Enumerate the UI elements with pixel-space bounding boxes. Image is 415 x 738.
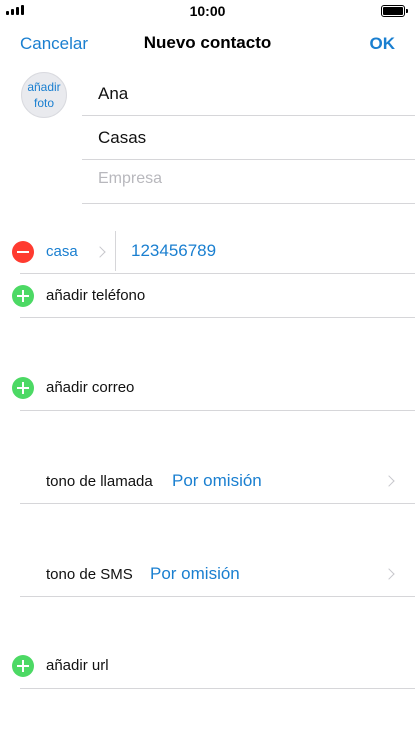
- add-photo-label-line2: foto: [33, 96, 54, 110]
- chevron-right-icon: [383, 475, 395, 487]
- add-email-row[interactable]: añadir correo: [0, 365, 415, 411]
- chevron-right-icon: [383, 568, 395, 580]
- divider: [115, 231, 116, 271]
- ringtone-value: Por omisión: [172, 471, 262, 490]
- add-phone-row[interactable]: añadir teléfono: [0, 272, 415, 318]
- company-input[interactable]: [98, 170, 398, 188]
- divider: [20, 596, 415, 597]
- company-field[interactable]: [82, 160, 415, 204]
- first-name-value: Ana: [98, 84, 129, 103]
- add-photo-label-line1: añadir: [27, 80, 61, 94]
- phone-number-value[interactable]: 123456789: [131, 241, 216, 261]
- navigation-bar: Cancelar Nuevo contacto OK: [0, 22, 415, 66]
- add-url-label: añadir url: [46, 657, 109, 674]
- phone-label-selector[interactable]: casa: [46, 243, 78, 260]
- ringtone-label: tono de llamada: [46, 473, 153, 490]
- status-time: 10:00: [189, 3, 226, 19]
- divider: [20, 410, 415, 411]
- first-name-field[interactable]: Ana: [82, 72, 415, 116]
- last-name-value: Casas: [98, 128, 147, 147]
- status-bar: 10:00: [0, 0, 415, 22]
- ringtone-row[interactable]: tono de llamada Por omisión: [0, 458, 415, 504]
- add-photo-button[interactable]: añadir foto: [21, 72, 67, 118]
- sms-tone-label: tono de SMS: [46, 566, 133, 583]
- remove-icon[interactable]: [12, 241, 34, 263]
- ok-button[interactable]: OK: [370, 34, 396, 54]
- page-title: Nuevo contacto: [143, 33, 272, 52]
- chevron-right-icon: [94, 246, 106, 258]
- add-icon: [12, 377, 34, 399]
- add-icon: [12, 285, 34, 307]
- phone-row: casa 123456789: [0, 228, 415, 274]
- add-phone-label: añadir teléfono: [46, 287, 146, 304]
- add-url-row[interactable]: añadir url: [0, 643, 415, 689]
- sms-tone-row[interactable]: tono de SMS Por omisión: [0, 551, 415, 597]
- divider: [20, 688, 415, 689]
- divider: [20, 503, 415, 504]
- add-icon: [12, 655, 34, 677]
- divider: [20, 317, 415, 318]
- last-name-field[interactable]: Casas: [82, 116, 415, 160]
- add-email-label: añadir correo: [46, 379, 135, 396]
- battery-icon: [381, 5, 408, 17]
- sms-tone-value: Por omisión: [150, 564, 240, 583]
